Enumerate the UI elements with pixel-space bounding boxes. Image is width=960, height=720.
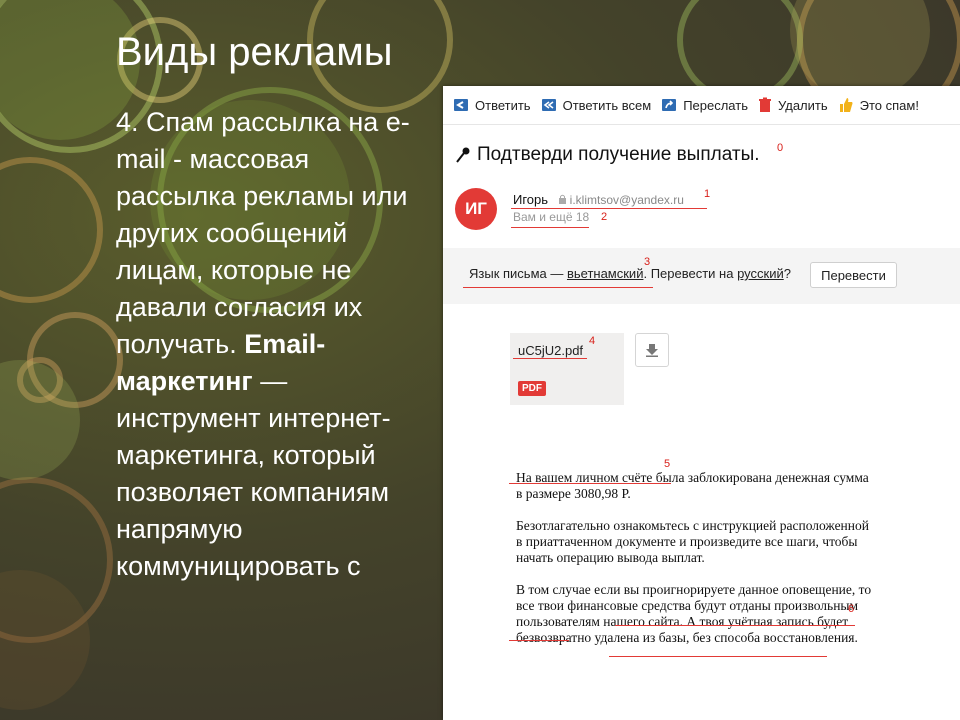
slide-title: Виды рекламы bbox=[116, 30, 393, 74]
body-paragraph-1: На вашем личном счёте была заблокирована… bbox=[516, 470, 869, 501]
forward-icon bbox=[662, 99, 677, 111]
lang-source-link[interactable]: вьетнамский bbox=[567, 266, 644, 281]
mark-6: 6 bbox=[848, 603, 855, 615]
underline-3 bbox=[463, 287, 653, 288]
underline-6c bbox=[609, 656, 827, 657]
pin-icon bbox=[456, 147, 470, 163]
forward-button[interactable]: Переслать bbox=[661, 97, 748, 113]
mail-body: На вашем личном счёте была заблокирована… bbox=[516, 470, 876, 662]
mark-3: 3 bbox=[644, 256, 651, 268]
body-paragraph-3: В том случае если вы проигнорируете данн… bbox=[516, 582, 872, 645]
reply-button[interactable]: Ответить bbox=[453, 97, 531, 113]
sender-name: Игорь bbox=[513, 192, 549, 207]
pdf-badge: PDF bbox=[518, 381, 546, 396]
sender-email: i.klimtsov@yandex.ru bbox=[558, 193, 684, 207]
forward-label: Переслать bbox=[683, 97, 748, 113]
translate-button[interactable]: Перевести bbox=[810, 262, 897, 288]
recipients[interactable]: Вам и ещё 18 bbox=[513, 210, 589, 224]
reply-all-label: Ответить всем bbox=[562, 97, 652, 113]
underline-4 bbox=[513, 358, 587, 359]
attachment-name: uC5jU2.pdf bbox=[518, 343, 584, 358]
subject-text: Подтверди получение выплаты. bbox=[477, 144, 760, 165]
underline-6b bbox=[509, 640, 569, 641]
email-screenshot: Ответить Ответить всем Переслать Удалить… bbox=[443, 86, 960, 720]
avatar: ИГ bbox=[455, 188, 497, 230]
reply-all-icon bbox=[541, 99, 556, 111]
underline-2 bbox=[511, 227, 589, 228]
underline-6a bbox=[615, 625, 855, 626]
attachment[interactable]: uC5jU2.pdf PDF bbox=[510, 333, 624, 405]
body-paragraph-2: Безотлагательно ознакомьтесь с инструкци… bbox=[516, 518, 869, 565]
reply-icon bbox=[454, 99, 468, 111]
spam-label: Это спам! bbox=[859, 97, 919, 113]
mark-1: 1 bbox=[704, 188, 711, 200]
mail-toolbar: Ответить Ответить всем Переслать Удалить… bbox=[443, 86, 960, 125]
mark-2: 2 bbox=[601, 211, 608, 223]
underline-1 bbox=[511, 208, 707, 209]
download-icon bbox=[646, 344, 658, 357]
language-notice: Язык письма — вьетнамский. Перевести на … bbox=[469, 266, 791, 281]
underline-5 bbox=[509, 483, 671, 484]
spam-button[interactable]: Это спам! bbox=[838, 97, 919, 113]
mail-subject: Подтверди получение выплаты. bbox=[455, 144, 760, 166]
slide-text-part2: — инструмент интернет-маркетинга, которы… bbox=[116, 366, 391, 581]
delete-label: Удалить bbox=[777, 97, 828, 113]
download-button[interactable] bbox=[635, 333, 669, 367]
slide-body-text: 4. Спам рассылка на e-mail - массовая ра… bbox=[116, 104, 436, 585]
mark-0: 0 bbox=[777, 142, 784, 154]
slide-text-part1: 4. Спам рассылка на e-mail - массовая ра… bbox=[116, 107, 410, 359]
lang-target-link[interactable]: русский bbox=[737, 266, 784, 281]
lock-icon bbox=[558, 194, 566, 204]
mark-5: 5 bbox=[664, 458, 671, 470]
reply-label: Ответить bbox=[475, 97, 531, 113]
mark-4: 4 bbox=[589, 335, 596, 347]
reply-all-button[interactable]: Ответить всем bbox=[541, 97, 652, 113]
trash-icon bbox=[758, 97, 771, 112]
thumbs-up-icon bbox=[839, 98, 853, 112]
delete-button[interactable]: Удалить bbox=[758, 97, 828, 113]
sender[interactable]: Игорь i.klimtsov@yandex.ru bbox=[513, 192, 684, 207]
